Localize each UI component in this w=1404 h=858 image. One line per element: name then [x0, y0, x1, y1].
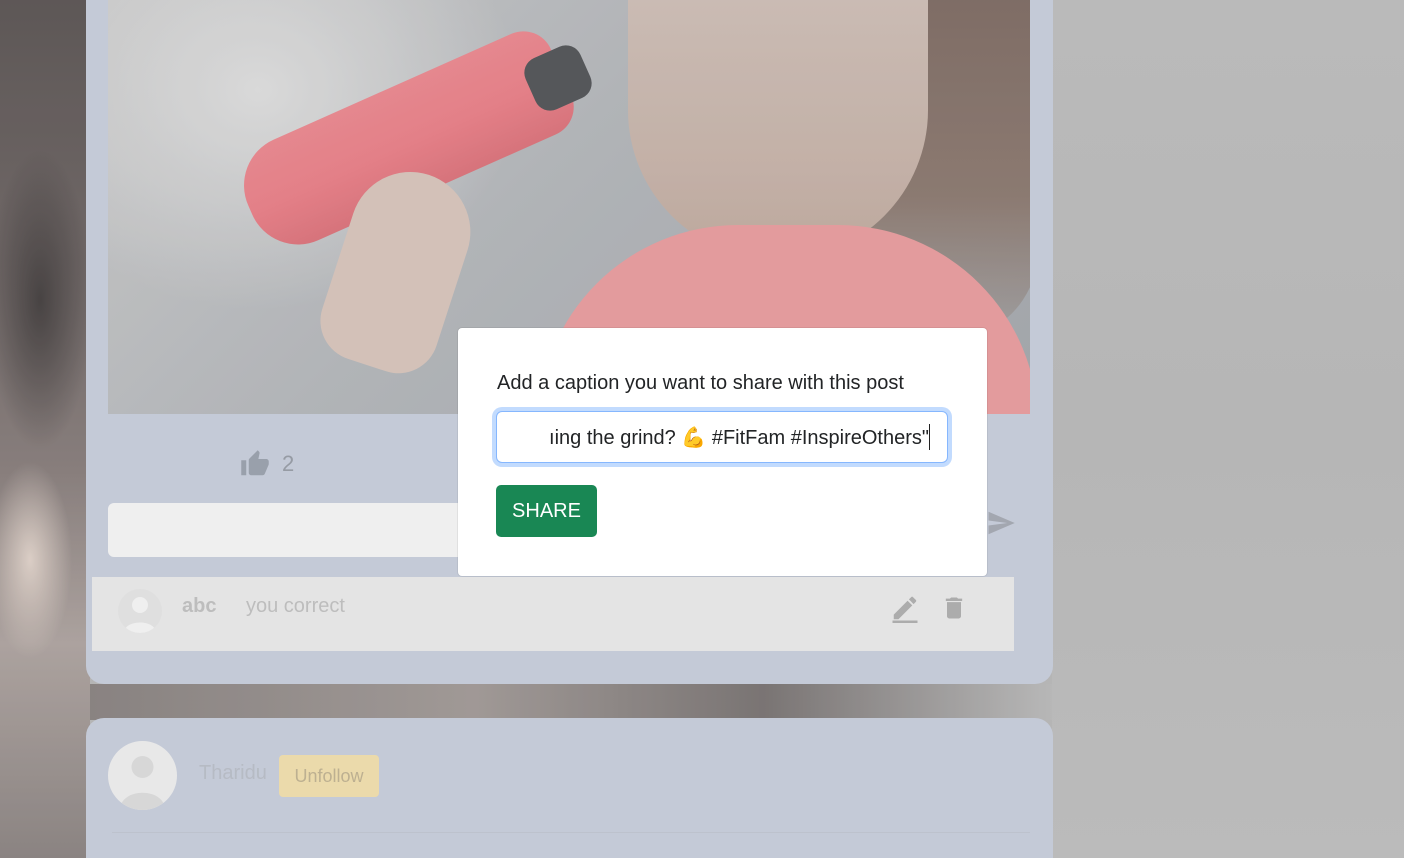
background-photo-strip: [90, 684, 1052, 720]
thumbs-up-icon[interactable]: [240, 449, 270, 479]
like-section: 2: [240, 448, 294, 480]
background-right: [1052, 0, 1404, 858]
comment-item: abc you correct: [92, 577, 1014, 651]
trash-icon[interactable]: [940, 593, 968, 623]
background-photo-left: [0, 0, 90, 858]
unfollow-button[interactable]: Unfollow: [279, 755, 379, 797]
user-avatar-icon: [108, 741, 177, 810]
like-count: 2: [282, 451, 295, 476]
comment-author: abc: [182, 595, 217, 617]
text-caret: [929, 424, 930, 450]
caption-input[interactable]: ıing the grind? 💪 #FitFam #InspireOthers…: [496, 411, 948, 463]
send-icon[interactable]: [984, 508, 1018, 538]
post-username[interactable]: Tharidu: [199, 762, 267, 785]
share-button[interactable]: SHARE: [496, 485, 597, 537]
caption-value: ıing the grind? 💪 #FitFam #InspireOthers…: [549, 427, 929, 449]
user-avatar-icon: [118, 589, 162, 633]
caption-label: Add a caption you want to share with thi…: [497, 372, 904, 394]
post-card-next: [86, 718, 1053, 858]
divider: [112, 832, 1030, 833]
comment-text: you correct: [246, 595, 345, 617]
edit-icon[interactable]: [890, 593, 920, 623]
share-modal: Add a caption you want to share with thi…: [458, 328, 987, 576]
